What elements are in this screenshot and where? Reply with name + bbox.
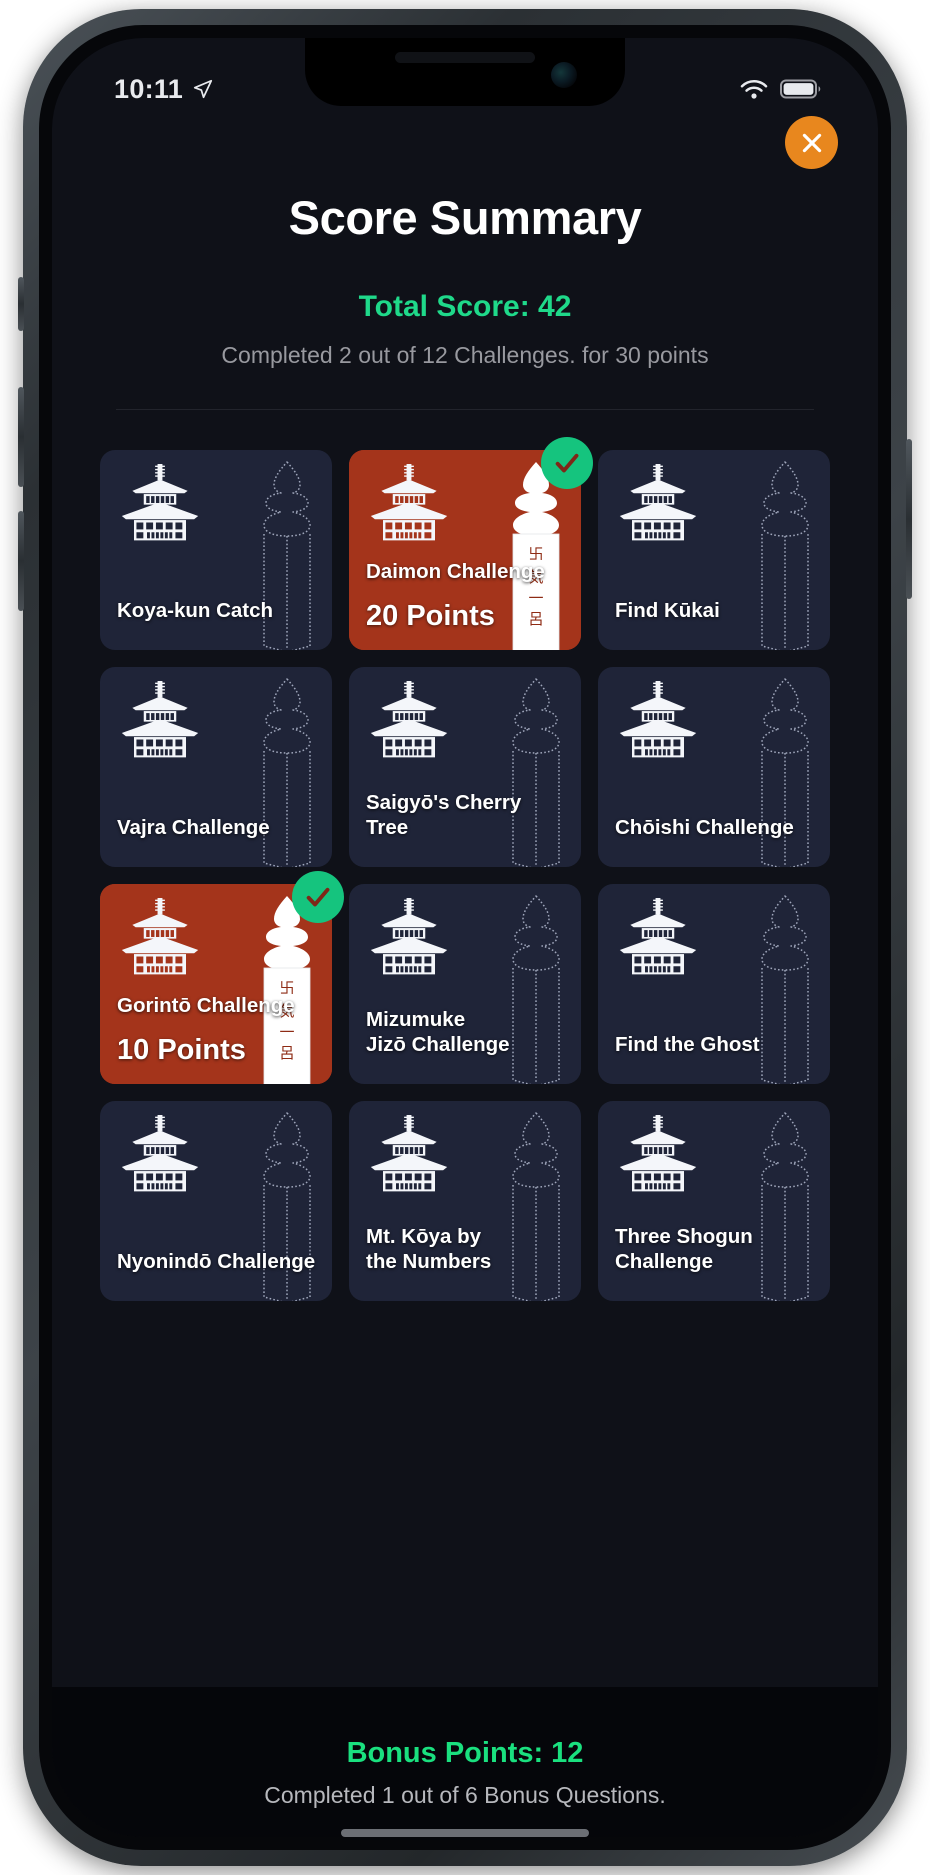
challenge-card-label: Mizumuke Jizō Challenge bbox=[366, 1008, 510, 1056]
svg-text:一: 一 bbox=[528, 589, 543, 607]
pagoda-icon bbox=[619, 898, 697, 975]
checkmark-icon bbox=[306, 887, 330, 907]
pagoda-icon bbox=[370, 464, 448, 541]
status-time: 10:11 bbox=[114, 73, 184, 104]
challenge-card-label: Find the Ghost bbox=[615, 1033, 760, 1056]
battery-full-icon bbox=[780, 79, 821, 99]
pagoda-icon bbox=[619, 1115, 697, 1192]
challenge-card-label: Daimon Challenge bbox=[366, 560, 545, 583]
pagoda-icon bbox=[370, 898, 448, 975]
page-title: Score Summary bbox=[288, 191, 642, 244]
pagoda-icon bbox=[121, 1115, 199, 1192]
pagoda-icon bbox=[370, 681, 448, 758]
close-icon bbox=[802, 133, 821, 152]
challenge-card-label: Find Kūkai bbox=[615, 599, 720, 622]
challenge-card[interactable]: Mt. Kōya by the Numbers bbox=[349, 1101, 581, 1301]
pagoda-icon bbox=[121, 898, 199, 975]
close-icon-button[interactable] bbox=[785, 116, 838, 169]
pagoda-icon bbox=[619, 681, 697, 758]
completed-check-badge bbox=[541, 437, 593, 489]
phone-bezel: Score Summary Total Score: 42 Completed … bbox=[39, 25, 891, 1850]
challenge-card[interactable]: Saigyō's Cherry Tree bbox=[349, 667, 581, 867]
svg-text:呂: 呂 bbox=[528, 610, 543, 628]
challenge-card-label: Koya-kun Catch bbox=[117, 599, 274, 622]
svg-text:呂: 呂 bbox=[279, 1044, 294, 1062]
challenge-card[interactable]: Chōishi Challenge bbox=[598, 667, 830, 867]
svg-text:一: 一 bbox=[279, 1023, 294, 1041]
challenge-card-label: Nyonindō Challenge bbox=[117, 1250, 316, 1273]
checkmark-icon bbox=[555, 453, 579, 473]
wifi-icon bbox=[740, 79, 768, 99]
speaker-grille bbox=[395, 52, 535, 63]
phone-screen: Score Summary Total Score: 42 Completed … bbox=[52, 38, 878, 1837]
completed-check-badge bbox=[292, 871, 344, 923]
challenge-card-label: Gorintō Challenge bbox=[117, 994, 295, 1017]
challenge-card[interactable]: Find the Ghost bbox=[598, 884, 830, 1084]
challenge-card-label: Vajra Challenge bbox=[117, 816, 270, 839]
phone-frame: Score Summary Total Score: 42 Completed … bbox=[18, 9, 912, 1866]
volume-up-button[interactable] bbox=[18, 387, 24, 487]
challenge-card-label: Chōishi Challenge bbox=[615, 816, 794, 839]
location-arrow-icon bbox=[193, 79, 213, 99]
challenge-grid: Koya-kun Catch 卐 気 一 呂 Daimon Challenge … bbox=[52, 410, 878, 1723]
status-bar-right bbox=[739, 78, 822, 100]
bonus-subtitle-text: Completed 1 out of 6 Bonus Questions. bbox=[264, 1782, 666, 1808]
phone-notch bbox=[305, 38, 625, 106]
score-summary-screen: Score Summary Total Score: 42 Completed … bbox=[52, 38, 878, 1837]
challenge-card-label: Saigyō's Cherry Tree bbox=[366, 791, 522, 839]
challenge-card-label: Three Shogun Challenge bbox=[615, 1225, 753, 1273]
challenge-card[interactable]: Nyonindō Challenge bbox=[100, 1101, 332, 1301]
total-score-text: Total Score: 42 bbox=[358, 290, 572, 323]
challenge-card-points: 10 Points bbox=[117, 1034, 246, 1066]
home-indicator[interactable] bbox=[341, 1829, 589, 1837]
mute-switch[interactable] bbox=[18, 277, 24, 331]
pagoda-icon bbox=[121, 464, 199, 541]
challenge-card[interactable]: Find Kūkai bbox=[598, 450, 830, 650]
pagoda-icon bbox=[370, 1115, 448, 1192]
status-bar-left: 10:11 bbox=[114, 74, 214, 105]
power-button[interactable] bbox=[906, 439, 912, 599]
challenge-card[interactable]: Mizumuke Jizō Challenge bbox=[349, 884, 581, 1084]
challenge-card[interactable]: Three Shogun Challenge bbox=[598, 1101, 830, 1301]
score-subtitle-text: Completed 2 out of 12 Challenges. for 30… bbox=[221, 342, 709, 368]
challenge-card[interactable]: Koya-kun Catch bbox=[100, 450, 332, 650]
challenge-card-points: 20 Points bbox=[366, 600, 495, 632]
front-camera-icon bbox=[551, 62, 577, 88]
challenge-card-label: Mt. Kōya by the Numbers bbox=[366, 1225, 492, 1273]
pagoda-icon bbox=[619, 464, 697, 541]
bonus-points-text: Bonus Points: 12 bbox=[346, 1737, 584, 1769]
challenge-card[interactable]: 卐 気 一 呂 Gorintō Challenge 10 Points bbox=[100, 871, 344, 1084]
pagoda-icon bbox=[121, 681, 199, 758]
challenge-card[interactable]: Vajra Challenge bbox=[100, 667, 332, 867]
volume-down-button[interactable] bbox=[18, 511, 24, 611]
bonus-section: Bonus Points: 12 Completed 1 out of 6 Bo… bbox=[52, 1687, 878, 1837]
challenge-card[interactable]: 卐 気 一 呂 Daimon Challenge 20 Points bbox=[349, 437, 593, 650]
